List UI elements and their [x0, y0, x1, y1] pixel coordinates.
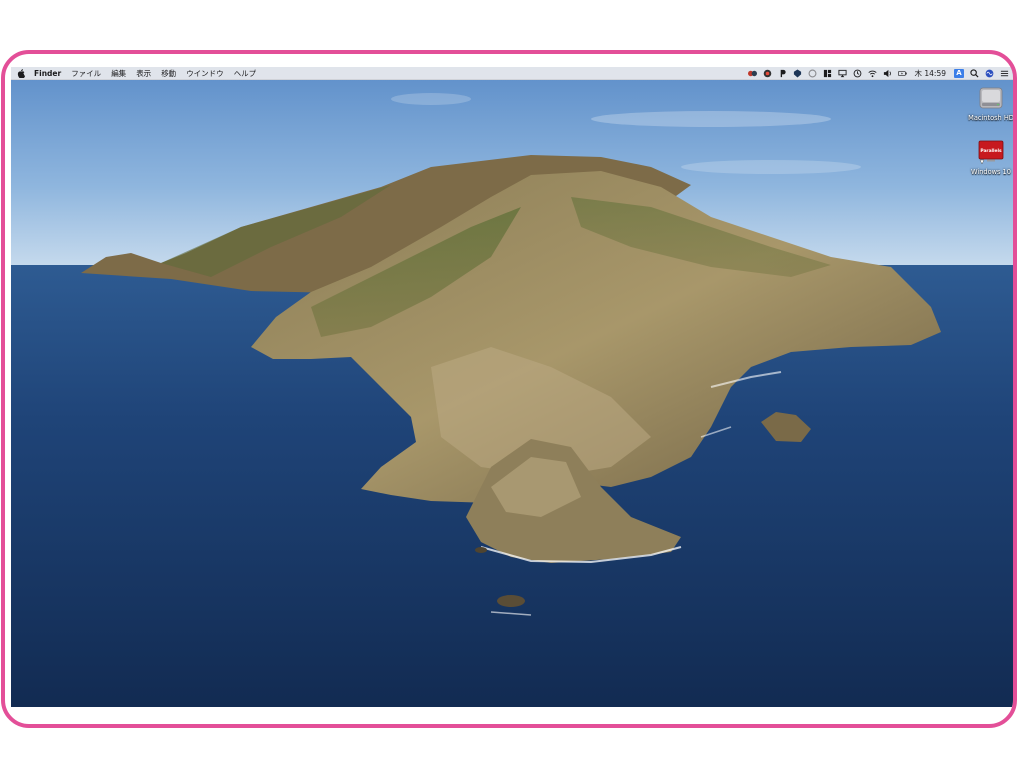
input-source-badge[interactable]: A [954, 68, 964, 78]
menu-window[interactable]: ウインドウ [186, 68, 224, 79]
pin-icon[interactable] [778, 69, 787, 78]
menu-finder[interactable]: Finder [34, 69, 61, 78]
time-machine-icon[interactable] [853, 69, 862, 78]
siri-icon[interactable] [985, 69, 994, 78]
sync-icon[interactable] [808, 69, 817, 78]
desktop-icon-macintosh-hd[interactable]: Macintosh HD [961, 85, 1014, 122]
hard-drive-icon [979, 87, 1003, 109]
notification-center-icon[interactable] [1000, 69, 1009, 78]
airplay-icon[interactable] [837, 69, 847, 78]
desktop-icon-label: Windows 10 [971, 168, 1011, 176]
menu-edit[interactable]: 編集 [111, 68, 126, 79]
wallpaper-catalina-island [11, 67, 1013, 707]
spotlight-search-icon[interactable] [970, 68, 979, 78]
menu-go[interactable]: 移動 [161, 68, 176, 79]
parallels-logo-text: Parallels [980, 148, 1002, 154]
menu-bar-clock[interactable]: 木 14:59 [915, 68, 947, 79]
desktop: Finder ファイル 編集 表示 移動 ウインドウ ヘルプ 木 14:59 A… [11, 67, 1014, 707]
shield-icon[interactable] [793, 68, 802, 78]
wifi-icon[interactable] [867, 69, 877, 78]
creative-cloud-icon[interactable] [763, 69, 772, 78]
volume-icon[interactable] [883, 69, 892, 78]
apple-menu-icon[interactable] [17, 68, 25, 78]
menu-help[interactable]: ヘルプ [234, 68, 257, 79]
control-icon[interactable] [823, 69, 832, 78]
battery-icon[interactable] [897, 69, 907, 78]
desktop-icon-windows-10[interactable]: Parallels Windows 10 [961, 139, 1013, 176]
parallels-vm-icon: Parallels [978, 140, 1004, 165]
desktop-icon-label: Macintosh HD [968, 114, 1014, 122]
menu-file[interactable]: ファイル [71, 68, 101, 79]
menu-view[interactable]: 表示 [136, 68, 151, 79]
menu-bar: Finder ファイル 編集 表示 移動 ウインドウ ヘルプ 木 14:59 A [11, 67, 1013, 80]
status-app-icon[interactable] [747, 69, 757, 78]
screenshot-frame: Finder ファイル 編集 表示 移動 ウインドウ ヘルプ 木 14:59 A… [1, 50, 1017, 728]
